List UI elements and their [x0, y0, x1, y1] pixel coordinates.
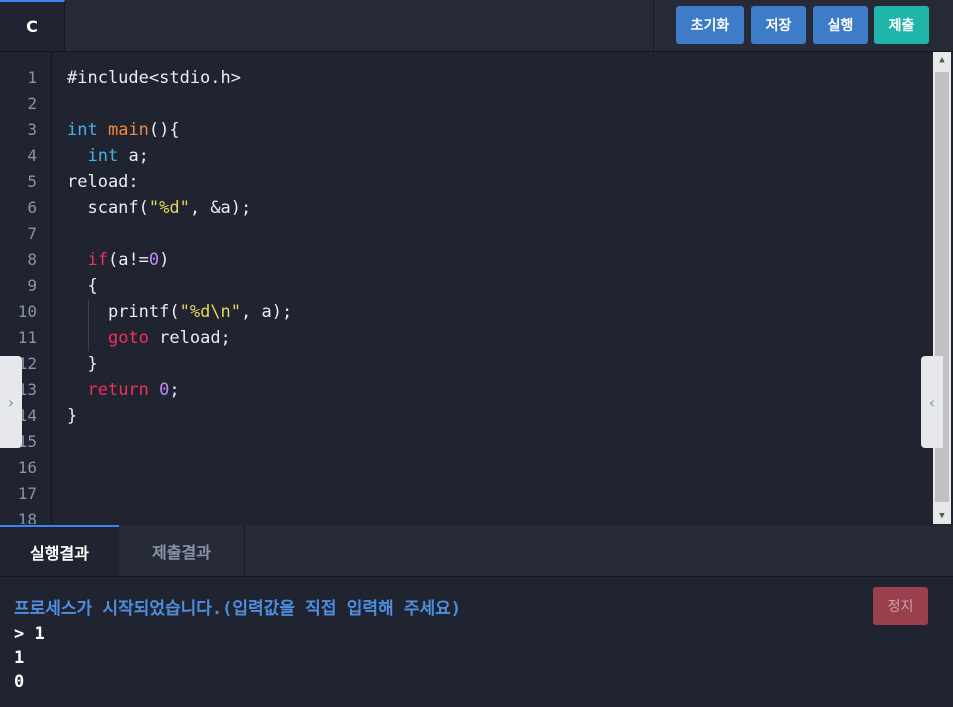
code-line: scanf("%d", &a);: [67, 198, 252, 218]
save-button[interactable]: 저장: [751, 6, 806, 44]
line-number: 3: [27, 120, 37, 139]
toolbar-button-group: 초기화 저장 실행 제출: [653, 0, 953, 51]
run-button[interactable]: 실행: [813, 6, 868, 44]
code-line: reload:: [67, 172, 139, 192]
line-number: 4: [27, 146, 37, 165]
tab-run-result[interactable]: 실행결과: [0, 525, 119, 576]
line-number: 5: [27, 172, 37, 191]
result-tab-bar: 실행결과 제출결과: [0, 525, 953, 577]
code-line: {: [67, 276, 98, 296]
code-editor[interactable]: 1 2 3 4 5 6 7 8 9 10 11 12 13 14 15 16 1…: [0, 52, 953, 524]
code-line: }: [67, 406, 78, 426]
chevron-left-icon: ‹: [928, 392, 936, 412]
code-line: if(a!=0): [87, 250, 170, 270]
console-line: 0: [14, 672, 25, 692]
line-number: 9: [27, 276, 37, 295]
code-line: return 0;: [87, 380, 180, 400]
code-line: printf("%d\n", a);: [67, 302, 293, 322]
submit-button[interactable]: 제출: [874, 6, 929, 44]
top-bar: C 초기화 저장 실행 제출: [0, 0, 953, 52]
tab-submit-result[interactable]: 제출결과: [119, 525, 245, 576]
stop-button[interactable]: 정지: [873, 587, 928, 625]
scroll-down-arrow-icon[interactable]: ▼: [933, 508, 951, 524]
line-number: 6: [27, 198, 37, 217]
code-line: int a;: [87, 146, 149, 166]
console-line: > 1: [14, 624, 45, 644]
chevron-right-icon: ›: [7, 392, 15, 412]
scroll-up-arrow-icon[interactable]: ▲: [933, 52, 951, 68]
editor-scrollbar[interactable]: ▲ ▼: [933, 52, 951, 524]
console-output[interactable]: 프로세스가 시작되었습니다.(입력값을 직접 입력해 주세요) > 1 1 0 …: [0, 577, 953, 707]
right-panel-toggle[interactable]: ‹: [921, 356, 943, 448]
code-line: goto reload;: [107, 328, 231, 348]
line-number: 8: [27, 250, 37, 269]
line-number: 18: [17, 510, 37, 524]
line-number-gutter: 1 2 3 4 5 6 7 8 9 10 11 12 13 14 15 16 1…: [0, 52, 52, 524]
code-line: #include<stdio.h>: [67, 68, 241, 88]
line-number: 2: [27, 94, 37, 113]
console-line: 1: [14, 648, 25, 668]
reset-button[interactable]: 초기화: [676, 6, 744, 44]
line-number: 1: [27, 68, 37, 87]
code-line: int main(){: [67, 120, 180, 140]
line-number: 10: [17, 302, 37, 321]
line-number: 16: [17, 458, 37, 477]
code-line: }: [67, 354, 98, 374]
console-info-message: 프로세스가 시작되었습니다.(입력값을 직접 입력해 주세요): [14, 599, 462, 619]
tab-language-c[interactable]: C: [0, 0, 65, 51]
line-number: 11: [17, 328, 37, 347]
left-panel-toggle[interactable]: ›: [0, 356, 22, 448]
line-number: 17: [17, 484, 37, 503]
line-number: 7: [27, 224, 37, 243]
